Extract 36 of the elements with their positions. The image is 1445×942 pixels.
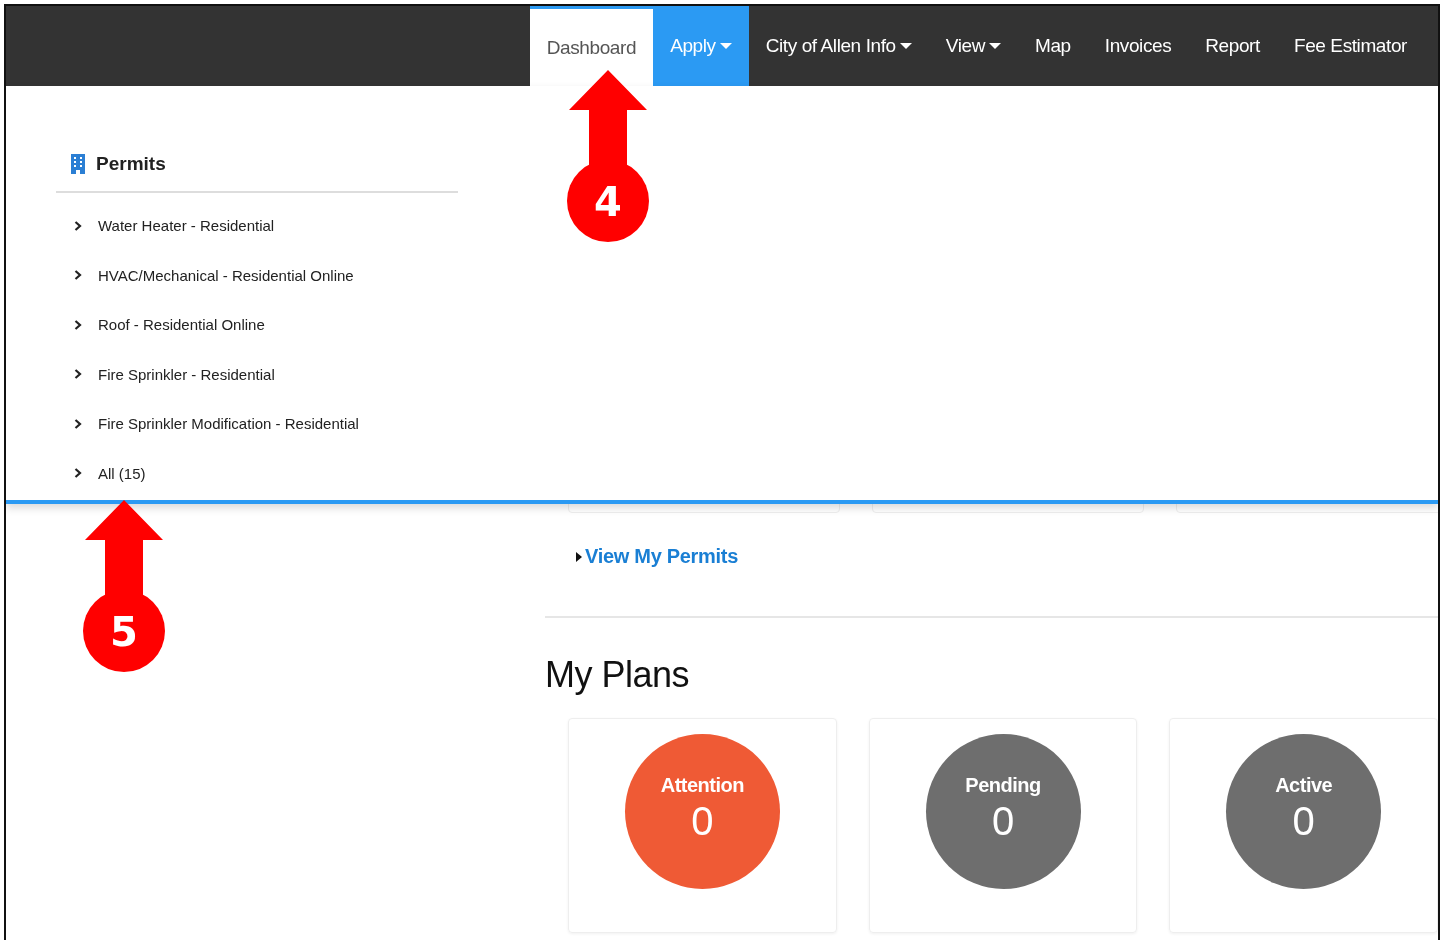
- nav-tab[interactable]: View: [928, 6, 1018, 86]
- building-icon: [70, 154, 86, 174]
- nav-tab[interactable]: Fee Estimator: [1276, 6, 1424, 86]
- nav-tab[interactable]: Dashboard: [529, 6, 654, 86]
- section-heading: My Plans: [545, 654, 691, 696]
- view-permits-link[interactable]: View My Permits: [585, 545, 738, 568]
- menu-heading: Permits: [96, 153, 166, 175]
- status-label: Attention: [660, 773, 744, 797]
- status-circle[interactable]: Active 0: [1226, 734, 1382, 889]
- step-number: 4: [593, 178, 623, 226]
- status-label: Pending: [965, 773, 1041, 797]
- callout-arrow-icon: [566, 70, 650, 242]
- triangle-icon: [576, 551, 582, 562]
- chevron-icon: [74, 369, 82, 380]
- nav-tab[interactable]: Invoices: [1087, 6, 1189, 86]
- status-circle[interactable]: Pending 0: [925, 734, 1081, 889]
- chevron-icon: [74, 220, 82, 231]
- status-count: 0: [1292, 798, 1315, 844]
- status-label: Active: [1275, 773, 1333, 797]
- chevron-icon: [74, 270, 82, 281]
- chevron-icon: [74, 319, 82, 330]
- menu-item[interactable]: HVAC/Mechanical - Residential Online: [98, 266, 354, 284]
- nav-tab[interactable]: Map: [1018, 6, 1088, 86]
- step-number: 5: [109, 608, 139, 656]
- chevron-icon: [74, 418, 82, 429]
- callout-arrow-icon: [82, 500, 166, 672]
- menu-item[interactable]: Fire Sprinkler Modification - Residential: [98, 415, 359, 433]
- nav-tab[interactable]: City of Allen Info: [748, 6, 929, 86]
- status-count: 0: [991, 798, 1015, 844]
- chevron-icon: [74, 468, 82, 479]
- status-count: 0: [691, 798, 714, 844]
- menu-item[interactable]: Water Heater - Residential: [98, 217, 275, 235]
- menu-item[interactable]: All (15): [98, 464, 146, 482]
- menu-item[interactable]: Roof - Residential Online: [98, 316, 265, 334]
- nav-tab[interactable]: Report: [1188, 6, 1277, 86]
- menu-item[interactable]: Fire Sprinkler - Residential: [98, 365, 275, 383]
